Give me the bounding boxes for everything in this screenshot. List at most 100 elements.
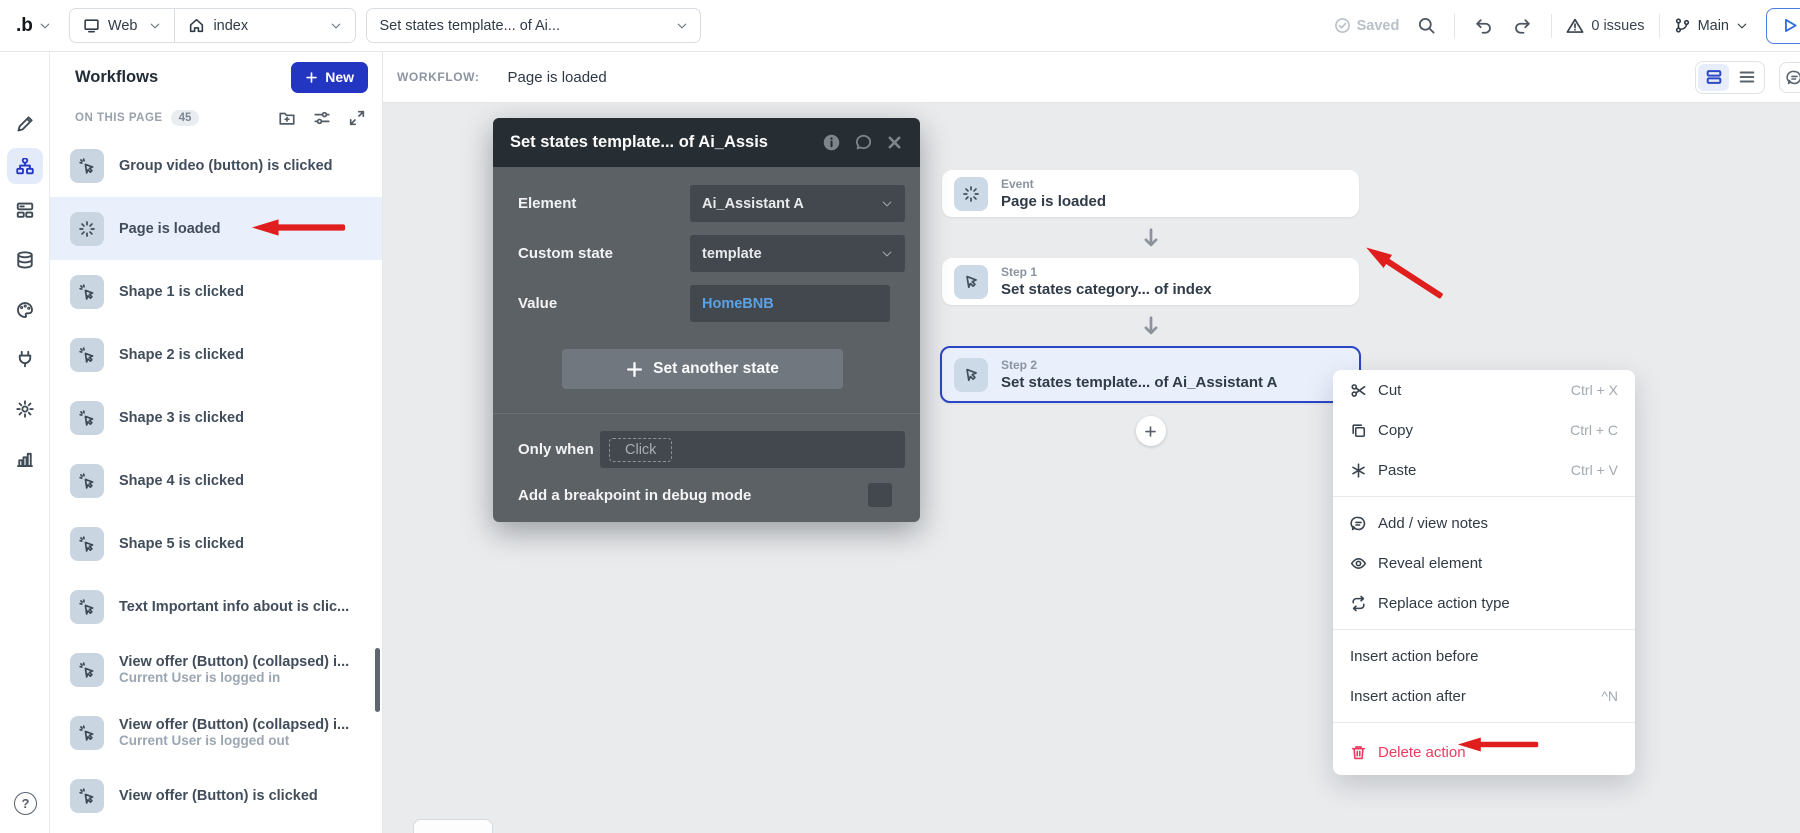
filter-icon[interactable] [313,109,331,127]
workflow-card-step-1[interactable]: Step 1Set states category... of index [942,258,1359,305]
clipped-toolbar-button[interactable] [1779,62,1800,93]
menu-item-insert-action-before[interactable]: Insert action before [1333,636,1635,676]
preview-button[interactable] [1766,8,1800,44]
rail-item-gear[interactable] [7,391,43,427]
workflow-select-dropdown[interactable]: Set states template... of Ai... [366,8,701,43]
menu-item-replace-action-type[interactable]: Replace action type [1333,583,1635,623]
workflow-list-item[interactable]: View offer (Button) is clicked [50,764,382,827]
field-label: Element [518,195,690,212]
plus-icon [305,71,318,84]
chevron-down-icon [881,248,893,260]
workflow-list-item[interactable]: Shape 2 is clicked [50,323,382,386]
workflow-canvas[interactable]: EventPage is loaded Step 1Set states cate… [383,103,1800,833]
comment-icon[interactable] [854,133,873,152]
field-value-input[interactable]: HomeBNB [690,285,890,322]
add-folder-icon[interactable] [278,109,296,127]
platform-dropdown[interactable]: Web [70,9,175,42]
clipped-bottom-control[interactable] [413,819,493,833]
annotation-arrow-page-is-loaded [250,218,347,237]
help-button[interactable]: ? [14,792,37,815]
workflow-item-subtitle: Current User is logged in [119,670,349,685]
field-element-input[interactable]: Ai_Assistant A [690,185,905,222]
stacked-view-button[interactable] [1698,64,1729,91]
panel-scrollbar[interactable] [375,648,380,712]
workflow-list-item[interactable]: Shape 5 is clicked [50,512,382,575]
chevron-down-icon [330,20,342,32]
page-dropdown[interactable]: index [174,9,355,42]
play-icon [1780,16,1799,35]
trash-icon [1350,744,1367,761]
menu-item-reveal-element[interactable]: Reveal element [1333,543,1635,583]
info-icon[interactable] [822,133,841,152]
only-when-input[interactable]: Click [600,431,905,468]
menu-item-cut[interactable]: CutCtrl + X [1333,370,1635,410]
git-branch-icon [1674,17,1691,34]
modal-header[interactable]: Set states template... of Ai_Assis [493,118,920,167]
card-kind-label: Step 1 [1001,265,1212,280]
workflow-card-event[interactable]: EventPage is loaded [942,170,1359,217]
workflow-item-subtitle: Current User is logged out [119,733,349,748]
menu-item-label: Cut [1378,382,1401,399]
menu-item-label: Insert action after [1350,688,1466,705]
menu-item-copy[interactable]: CopyCtrl + C [1333,410,1635,450]
rail-item-pencil[interactable] [7,106,43,142]
rail-item-bar-chart[interactable] [7,441,43,477]
cursor-click-icon [70,401,104,435]
workflow-list-item[interactable]: Group video (button) is clicked [50,134,382,197]
chevron-down-icon [39,20,51,32]
workflow-item-title: Shape 5 is clicked [119,536,244,552]
expand-icon[interactable] [348,109,366,127]
rail-item-components[interactable] [7,192,43,228]
check-circle-icon [1334,17,1351,34]
modal-body: ElementAi_Assistant ACustom statetemplat… [493,167,920,522]
field-label: Value [518,295,690,312]
workflow-list-item[interactable]: View offer (Button) (collapsed) i...Curr… [50,638,382,701]
note-bubble-icon [1350,515,1367,532]
menu-item-shortcut: ^N [1601,688,1618,704]
add-action-button[interactable] [1136,416,1166,446]
issues-button[interactable]: 0 issues [1566,17,1644,35]
cursor-click-icon [70,779,104,813]
workflow-list-item[interactable]: Shape 4 is clicked [50,449,382,512]
menu-item-insert-action-after[interactable]: Insert action after ^N [1333,676,1635,716]
menu-item-add-view-notes[interactable]: Add / view notes [1333,503,1635,543]
cursor-click-icon [70,149,104,183]
menu-divider [1333,629,1635,630]
swap-icon [1350,595,1367,612]
menu-item-paste[interactable]: PasteCtrl + V [1333,450,1635,490]
set-another-state-button[interactable]: Set another state [562,349,843,389]
branch-dropdown[interactable]: Main [1674,17,1748,34]
only-when-placeholder[interactable]: Click [609,438,672,462]
rail-item-palette[interactable] [7,292,43,328]
workflow-list-item[interactable]: Shape 1 is clicked [50,260,382,323]
canvas-header: WORKFLOW: Page is loaded [383,52,1800,103]
undo-icon[interactable] [1469,12,1496,39]
database-icon [15,250,35,270]
redo-icon[interactable] [1510,12,1537,39]
workflow-list-item[interactable]: Text Important info about is clic... [50,575,382,638]
chevron-down-icon [149,20,161,32]
issues-label: 0 issues [1591,18,1644,34]
workflow-item-title: Shape 4 is clicked [119,473,244,489]
rail-item-workflow-tree[interactable] [7,148,43,184]
workflow-list-item[interactable]: View offer (Button) (collapsed) i...Curr… [50,701,382,764]
platform-page-group: Web index [69,8,357,43]
chevron-down-icon [676,20,688,32]
workflow-card-step-2[interactable]: Step 2Set states template... of Ai_Assis… [940,346,1361,403]
workflow-list-item[interactable]: Shape 3 is clicked [50,386,382,449]
rail-item-database[interactable] [7,242,43,278]
search-icon[interactable] [1413,12,1440,39]
workflow-list: Group video (button) is clicked Page is l… [50,134,382,827]
workflow-tree-icon [15,156,35,176]
workflow-item-title: Page is loaded [119,221,221,237]
toolbar-divider [1454,14,1455,38]
list-view-button[interactable] [1731,64,1762,91]
rail-item-plug[interactable] [7,341,43,377]
bubble-logo[interactable]: .b [16,15,51,37]
new-workflow-button[interactable]: New [291,62,368,93]
modal-field-row: ElementAi_Assistant A [518,185,905,222]
field-custom-state-input[interactable]: template [690,235,905,272]
breakpoint-checkbox[interactable] [868,483,892,507]
close-icon[interactable] [886,134,903,151]
left-icon-rail: ? [0,52,50,833]
